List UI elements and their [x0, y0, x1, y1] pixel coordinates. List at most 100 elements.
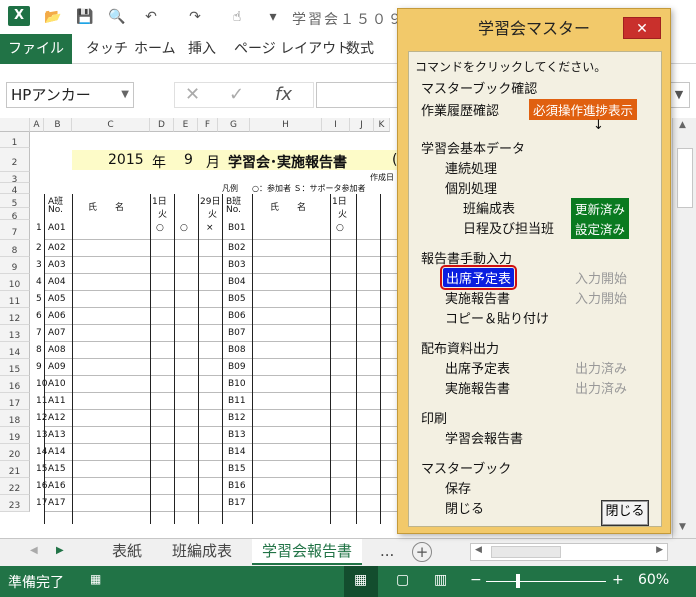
row-header[interactable]: 19 — [0, 427, 30, 444]
column-header-h[interactable]: H — [250, 118, 322, 132]
row-header[interactable]: 20 — [0, 444, 30, 461]
cmd-history-check[interactable]: 作業履歴確認 — [421, 100, 499, 119]
column-header-e[interactable]: E — [174, 118, 198, 132]
tab-formulas[interactable]: 数式 — [346, 34, 374, 64]
row-header[interactable]: 13 — [0, 325, 30, 342]
column-header-j[interactable]: J — [350, 118, 374, 132]
column-header-k[interactable]: K — [374, 118, 390, 132]
tab-home[interactable]: ホーム — [134, 34, 176, 64]
insert-function-icon[interactable]: fx — [275, 84, 292, 105]
cmd-out-attendance[interactable]: 出席予定表 — [445, 358, 510, 377]
redo-icon[interactable]: ↷ — [186, 8, 204, 26]
horizontal-scrollbar[interactable]: ◀ ▶ — [470, 543, 668, 561]
cmd-save[interactable]: 保存 — [445, 478, 471, 497]
cmd-copy-paste[interactable]: コピー＆貼り付け — [445, 308, 549, 327]
cmd-master-check[interactable]: マスターブック確認 — [421, 78, 537, 97]
column-header-i[interactable]: I — [322, 118, 350, 132]
row-header[interactable]: 7 — [0, 220, 30, 240]
sheet-tab-class-table[interactable]: 班編成表 — [162, 539, 242, 565]
column-header-f[interactable]: F — [198, 118, 218, 132]
row-header[interactable]: 16 — [0, 376, 30, 393]
tab-touch[interactable]: タッチ — [86, 34, 128, 64]
schedule-status: 設定済み — [571, 218, 630, 239]
cmd-report[interactable]: 実施報告書 — [445, 288, 510, 307]
vertical-scroll-thumb[interactable] — [677, 148, 693, 208]
row-header[interactable]: 4 — [0, 183, 30, 196]
row-header[interactable]: 1 — [0, 132, 30, 148]
row-header[interactable]: 23 — [0, 495, 30, 512]
expand-formula-bar-icon[interactable]: ▼ — [668, 82, 690, 108]
undo-icon[interactable]: ↶ — [142, 8, 160, 26]
cmd-out-report[interactable]: 実施報告書 — [445, 378, 510, 397]
name-box-dropdown-icon[interactable]: ▼ — [121, 83, 129, 107]
enter-icon[interactable]: ✓ — [229, 84, 244, 105]
column-header-a[interactable]: A — [30, 118, 44, 132]
row-header[interactable]: 2 — [0, 148, 30, 172]
prev-sheet-icon[interactable]: ◀ — [30, 545, 38, 556]
row-header[interactable]: 11 — [0, 291, 30, 308]
vertical-scrollbar[interactable]: ▲ ▼ — [672, 118, 696, 538]
formula-input[interactable] — [316, 82, 402, 108]
row-header[interactable]: 18 — [0, 410, 30, 427]
next-sheet-icon[interactable]: ▶ — [56, 545, 64, 556]
cmd-print-report[interactable]: 学習会報告書 — [445, 428, 523, 447]
a-member-id: A15 — [48, 464, 66, 474]
row-header[interactable]: 5 — [0, 194, 30, 209]
normal-view-icon[interactable]: ▦ — [354, 572, 367, 588]
row-header[interactable]: 6 — [0, 208, 30, 222]
zoom-slider-thumb[interactable] — [516, 574, 520, 588]
row-header[interactable]: 3 — [0, 172, 30, 185]
zoom-out-icon[interactable]: − — [470, 572, 482, 588]
scroll-right-icon[interactable]: ▶ — [656, 545, 663, 555]
row-header[interactable]: 8 — [0, 240, 30, 257]
close-button[interactable]: 閉じる — [601, 500, 649, 526]
touch-mode-icon[interactable]: ☝ — [228, 8, 246, 26]
customize-toolbar-icon[interactable]: ▾ — [264, 8, 282, 26]
scroll-down-icon[interactable]: ▼ — [679, 522, 686, 532]
sheet-tab-report[interactable]: 学習会報告書 — [252, 539, 363, 565]
required-progress-button[interactable]: 必須操作進捗表示 — [529, 99, 638, 120]
row-header[interactable]: 17 — [0, 393, 30, 410]
zoom-in-icon[interactable]: + — [612, 572, 624, 588]
cmd-class-form[interactable]: 班編成表 — [463, 198, 515, 217]
row-header[interactable]: 21 — [0, 461, 30, 478]
add-sheet-icon[interactable]: + — [412, 542, 432, 562]
row-number: 6 — [36, 311, 42, 321]
open-folder-icon[interactable]: 📂 — [44, 8, 62, 26]
cmd-schedule[interactable]: 日程及び担当班 — [463, 218, 554, 237]
row-header[interactable]: 9 — [0, 257, 30, 274]
save-icon[interactable]: 💾 — [76, 8, 94, 26]
tab-page-layout[interactable]: ページ レイアウト — [234, 34, 350, 64]
dialog-close-button[interactable]: ✕ — [623, 17, 661, 39]
row-header[interactable]: 15 — [0, 359, 30, 376]
row-header[interactable]: 10 — [0, 274, 30, 291]
cmd-continuous[interactable]: 連続処理 — [445, 158, 497, 177]
scroll-up-icon[interactable]: ▲ — [679, 120, 686, 130]
zoom-level[interactable]: 60% — [638, 572, 669, 588]
sheet-tab-more[interactable]: ... — [376, 539, 398, 565]
print-preview-icon[interactable]: 🔍 — [108, 8, 126, 26]
row-divider — [44, 239, 404, 240]
column-header-g[interactable]: G — [218, 118, 250, 132]
cmd-attendance-plan[interactable]: 出席予定表 — [439, 265, 518, 290]
row-header[interactable]: 12 — [0, 308, 30, 325]
tab-insert[interactable]: 挿入 — [188, 34, 216, 64]
tab-file[interactable]: ファイル — [0, 34, 72, 64]
zoom-slider[interactable] — [486, 581, 606, 582]
row-header[interactable]: 22 — [0, 478, 30, 495]
column-header-d[interactable]: D — [150, 118, 174, 132]
cmd-individual[interactable]: 個別処理 — [445, 178, 497, 197]
column-header-c[interactable]: C — [72, 118, 150, 132]
name-box[interactable]: HPアンカー ▼ — [6, 82, 134, 108]
sheet-tab-cover[interactable]: 表紙 — [102, 539, 152, 565]
cmd-close-book[interactable]: 閉じる — [445, 498, 484, 517]
cancel-icon[interactable]: ✕ — [185, 84, 200, 105]
column-header-b[interactable]: B — [44, 118, 72, 132]
select-all-corner[interactable] — [0, 118, 30, 132]
horizontal-scroll-thumb[interactable] — [491, 546, 561, 558]
row-header[interactable]: 14 — [0, 342, 30, 359]
scroll-left-icon[interactable]: ◀ — [475, 545, 482, 555]
page-break-view-icon[interactable]: ▥ — [434, 572, 447, 588]
page-layout-view-icon[interactable]: ▢ — [396, 572, 409, 588]
macro-record-icon[interactable]: ▦ — [90, 572, 101, 586]
